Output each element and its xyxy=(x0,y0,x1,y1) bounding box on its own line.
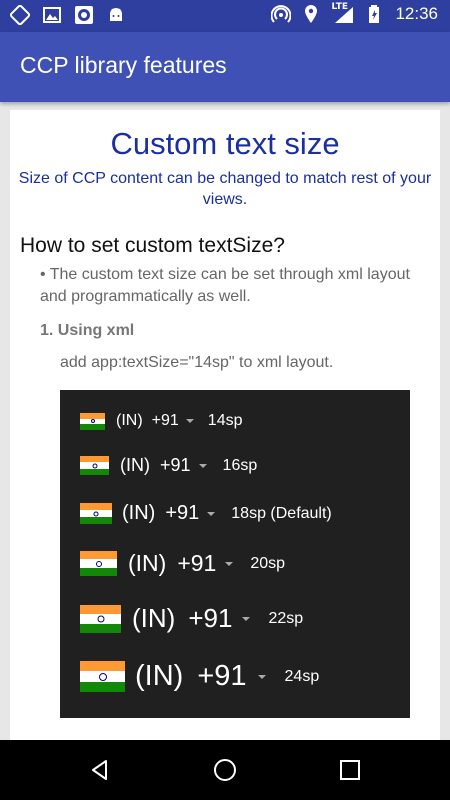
country-name-code: (IN) xyxy=(120,455,150,475)
signal-icon: LTE xyxy=(331,2,355,24)
phone-code: +91 xyxy=(165,502,200,524)
size-label: 18sp (Default) xyxy=(231,504,332,522)
india-flag-icon xyxy=(80,551,117,576)
home-icon xyxy=(214,759,236,781)
india-flag-icon xyxy=(80,604,121,633)
dropdown-arrow-icon xyxy=(242,616,251,621)
status-time: 12:36 xyxy=(395,4,438,23)
size-label: 20sp xyxy=(250,554,286,572)
india-flag-icon xyxy=(80,412,105,430)
size-label: 16sp xyxy=(222,456,258,474)
country-name-code: (IN) xyxy=(135,660,184,692)
app-title: CCP library features xyxy=(20,52,227,78)
page-subheading: Size of CCP content can be changed to ma… xyxy=(18,170,432,208)
status-bar: LTE 12:36 xyxy=(0,0,450,32)
ccp-demo-panel: (IN) +91 14sp (IN) +91 16sp (IN) +91 18s… xyxy=(60,390,410,718)
android-icon xyxy=(110,8,122,21)
ccp-row-22sp[interactable]: (IN) +91 22sp xyxy=(80,603,303,634)
dropdown-arrow-icon xyxy=(198,463,207,468)
dropdown-arrow-icon xyxy=(225,561,234,566)
ccp-row-18sp[interactable]: (IN) +91 18sp (Default) xyxy=(80,502,332,525)
navigation-bar xyxy=(0,740,450,800)
hotspot-icon xyxy=(271,5,292,23)
ccp-row-14sp[interactable]: (IN) +91 14sp xyxy=(80,412,243,430)
phone-code: +91 xyxy=(197,660,247,692)
image-icon xyxy=(43,7,61,23)
country-name-code: (IN) xyxy=(128,550,167,576)
india-flag-icon xyxy=(80,456,109,475)
battery-icon xyxy=(369,5,380,23)
dropdown-arrow-icon xyxy=(207,511,216,516)
app-bar: CCP library features xyxy=(0,32,450,102)
page-heading: Custom text size xyxy=(110,126,340,161)
size-label: 14sp xyxy=(207,412,243,429)
ccp-row-20sp[interactable]: (IN) +91 20sp xyxy=(80,550,285,577)
phone-code: +91 xyxy=(177,550,217,576)
record-icon xyxy=(75,6,93,24)
ccp-row-24sp[interactable]: (IN) +91 24sp xyxy=(80,660,319,693)
back-button[interactable] xyxy=(70,740,130,800)
india-flag-icon xyxy=(80,661,125,692)
hint-text: add app:textSize="14sp" to xml layout. xyxy=(60,354,334,371)
size-label: 22sp xyxy=(268,609,304,627)
dropdown-arrow-icon xyxy=(257,674,266,679)
back-icon xyxy=(92,760,107,780)
size-label: 24sp xyxy=(284,667,320,685)
home-button[interactable] xyxy=(195,740,255,800)
rotate-icon xyxy=(10,5,30,25)
india-flag-icon xyxy=(80,503,112,524)
phone-code: +91 xyxy=(160,455,191,475)
phone-code: +91 xyxy=(188,603,233,633)
country-name-code: (IN) xyxy=(116,412,143,429)
phone-code: +91 xyxy=(151,412,179,429)
location-icon xyxy=(305,5,318,23)
ccp-row-16sp[interactable]: (IN) +91 16sp xyxy=(80,455,257,476)
dropdown-arrow-icon xyxy=(185,419,194,423)
country-name-code: (IN) xyxy=(122,502,156,524)
content-card[interactable]: Custom text size Size of CCP content can… xyxy=(10,110,440,740)
section-title: How to set custom textSize? xyxy=(20,234,285,257)
recents-icon xyxy=(340,760,360,780)
bullet-text: • The custom text size can be set throug… xyxy=(40,266,410,305)
step-title: 1. Using xml xyxy=(40,322,135,339)
recents-button[interactable] xyxy=(320,740,380,800)
country-name-code: (IN) xyxy=(132,603,176,633)
